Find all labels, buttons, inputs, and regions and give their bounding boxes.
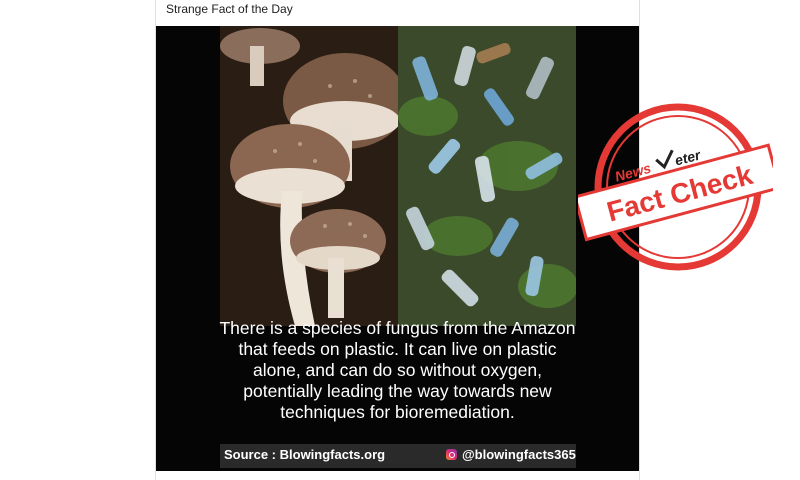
plastic-bottles-photo xyxy=(398,26,576,326)
source-label: Source : Blowingfacts.org xyxy=(224,447,386,462)
fact-line: techniques for bioremediation. xyxy=(280,402,515,422)
instagram-icon xyxy=(446,449,457,460)
fact-line: that feeds on plastic. It can live on pl… xyxy=(238,339,557,359)
fact-line: alone, and can do so without oxygen, xyxy=(253,360,542,380)
post-caption: Strange Fact of the Day xyxy=(166,2,293,16)
fact-line: potentially leading the way towards new xyxy=(243,381,552,401)
fact-line: There is a species of fungus from the Am… xyxy=(219,318,576,338)
post-image[interactable]: There is a species of fungus from the Am… xyxy=(156,26,639,471)
fact-check-stamp: News eter Fact Check xyxy=(573,100,782,275)
instagram-handle: @blowingfacts365 xyxy=(462,447,576,462)
fact-text: There is a species of fungus from the Am… xyxy=(156,318,639,423)
mushroom-photo xyxy=(220,26,398,326)
post-card: Strange Fact of the Day There is a speci… xyxy=(155,0,640,480)
source-bar: Source : Blowingfacts.org @blowingfacts3… xyxy=(220,444,576,468)
page-margin-left xyxy=(0,0,155,480)
